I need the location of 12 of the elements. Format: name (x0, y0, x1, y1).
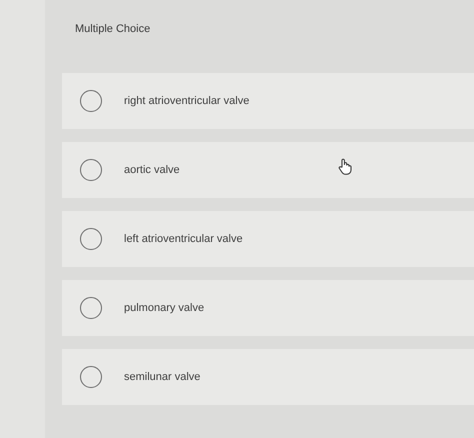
option-label: semilunar valve (124, 371, 200, 383)
radio-button[interactable] (80, 228, 102, 250)
radio-button[interactable] (80, 90, 102, 112)
question-type-title: Multiple Choice (75, 23, 150, 35)
radio-button[interactable] (80, 159, 102, 181)
radio-button[interactable] (80, 366, 102, 388)
option-label: right atrioventricular valve (124, 95, 250, 107)
radio-button[interactable] (80, 297, 102, 319)
hand-cursor-icon (338, 158, 352, 175)
option-label: aortic valve (124, 164, 180, 176)
option-label: pulmonary valve (124, 302, 204, 314)
option-label: left atrioventricular valve (124, 233, 243, 245)
